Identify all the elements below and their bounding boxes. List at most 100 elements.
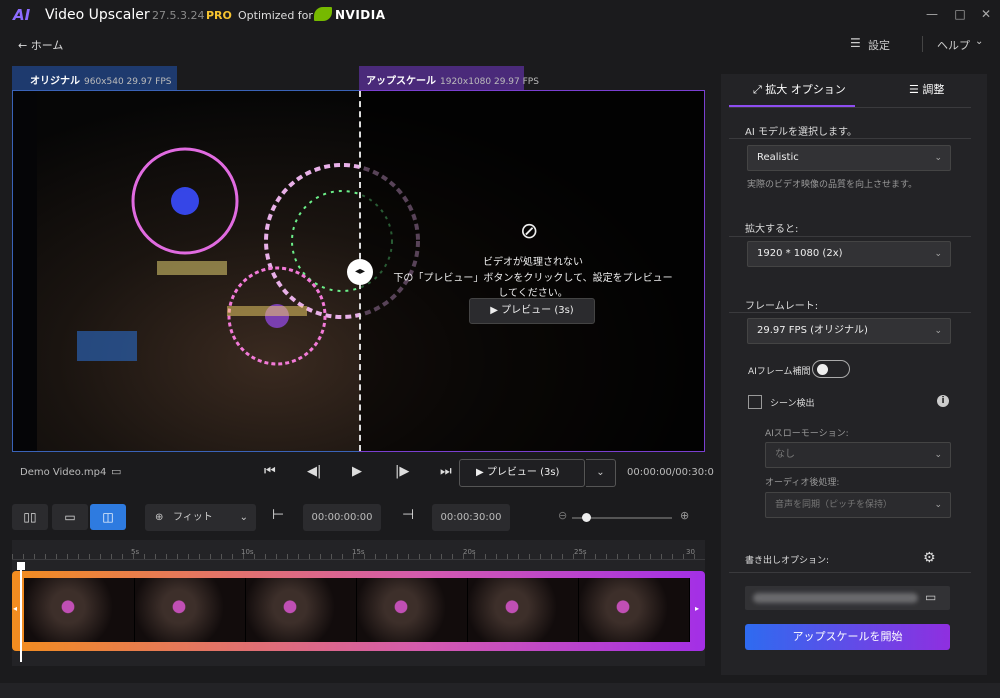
trim-right-handle[interactable]: ▸ bbox=[695, 604, 699, 613]
playhead[interactable] bbox=[20, 562, 22, 662]
upscale-info: 1920x1080 29.97 FPS bbox=[440, 77, 539, 87]
nav-bar: ← ホーム ☰ 設定 ヘルプ ⌄ bbox=[0, 32, 1000, 56]
nvidia-logo-text: NVIDIA bbox=[335, 8, 386, 22]
zoom-out-icon[interactable]: ⊖ bbox=[558, 509, 567, 522]
thumbnail bbox=[468, 578, 579, 642]
folder-icon[interactable]: ▭ bbox=[925, 590, 936, 604]
zoom-select[interactable]: ⊕ フィット ⌄ bbox=[145, 504, 256, 531]
blurred-path bbox=[753, 593, 918, 603]
close-icon[interactable]: ✕ bbox=[976, 4, 996, 24]
app-name: Video Upscaler bbox=[45, 7, 150, 23]
export-label: 書き出しオプション: bbox=[745, 556, 830, 566]
settings-panel: ⤢ 拡大 オプション ☰ 調整 AI モデルを選択します。 Realistic ⌄… bbox=[721, 74, 987, 675]
thumbnail bbox=[246, 578, 357, 642]
zoom-in-icon: ⊕ bbox=[155, 512, 164, 523]
chevron-down-icon: ⌄ bbox=[934, 500, 942, 510]
tick-label: 10s bbox=[241, 548, 254, 556]
clip-strip[interactable]: ◂ ▸ bbox=[12, 571, 705, 651]
preview-dropdown[interactable]: ⌄ bbox=[586, 459, 616, 487]
thumbnails bbox=[24, 578, 690, 642]
frame-forward-icon[interactable]: |▶ bbox=[395, 464, 409, 479]
scale-label: 拡大すると: bbox=[745, 224, 799, 235]
playback-controls: Demo Video.mp4 ▭ ⏮ ◀| ▶ |▶ ⏭ ▶ プレビュー (3s… bbox=[12, 456, 714, 490]
active-tab-indicator bbox=[729, 105, 855, 107]
thumbnail bbox=[135, 578, 246, 642]
section-divider bbox=[729, 312, 971, 313]
slowmo-select[interactable]: なし ⌄ bbox=[765, 442, 951, 468]
tick-label: 20s bbox=[463, 548, 476, 556]
slowmo-value: なし bbox=[775, 449, 795, 460]
interpolation-label: AIフレーム補間 bbox=[748, 367, 811, 377]
chevron-down-icon: ⌄ bbox=[934, 326, 942, 336]
interpolation-toggle[interactable] bbox=[812, 360, 850, 378]
set-start-icon[interactable]: ⊢ bbox=[272, 507, 284, 523]
thumbnail bbox=[24, 578, 135, 642]
fps-value: 29.97 FPS (オリジナル) bbox=[757, 325, 868, 336]
time-display: 00:00:00/00:30:0 bbox=[627, 467, 714, 478]
skip-end-icon[interactable]: ⏭ bbox=[440, 464, 452, 479]
thumbnail bbox=[579, 578, 690, 642]
tick-label: 25s bbox=[574, 548, 587, 556]
start-time-input[interactable]: 00:00:00:00 bbox=[303, 504, 381, 531]
audio-label: オーディオ後処理: bbox=[765, 478, 840, 488]
chevron-down-icon: ⌄ bbox=[934, 450, 942, 460]
settings-sliders-icon[interactable]: ☰ bbox=[850, 36, 861, 50]
end-time-input[interactable]: 00:00:30:00 bbox=[432, 504, 510, 531]
chevron-down-icon[interactable]: ⌄ bbox=[975, 36, 983, 47]
optimized-label: Optimized for bbox=[238, 9, 313, 22]
gear-icon[interactable]: ⚙ bbox=[923, 550, 936, 566]
output-path-field[interactable]: ▭ bbox=[745, 586, 950, 610]
model-select[interactable]: Realistic ⌄ bbox=[747, 145, 951, 171]
thumbnail bbox=[357, 578, 468, 642]
single-view-button[interactable]: ▭ bbox=[52, 504, 88, 530]
upscale-tab-label: アップスケール bbox=[366, 76, 436, 87]
trim-left-handle[interactable]: ◂ bbox=[13, 604, 17, 613]
scene-detect-checkbox[interactable] bbox=[748, 395, 762, 409]
file-name: Demo Video.mp4 bbox=[20, 467, 107, 478]
chevron-down-icon: ⌄ bbox=[239, 512, 248, 523]
minimize-icon[interactable]: — bbox=[922, 4, 942, 24]
fps-label: フレームレート: bbox=[745, 301, 819, 312]
tick-label: 30 bbox=[686, 548, 695, 556]
folder-icon[interactable]: ▭ bbox=[111, 465, 121, 478]
help-menu[interactable]: ヘルプ bbox=[937, 37, 970, 53]
info-icon[interactable]: i bbox=[937, 395, 949, 407]
adjust-icon: ☰ bbox=[909, 83, 919, 96]
tab-expand-options[interactable]: ⤢ 拡大 オプション bbox=[753, 74, 846, 106]
scale-select[interactable]: 1920 * 1080 (2x) ⌄ bbox=[747, 241, 951, 267]
maximize-icon[interactable]: □ bbox=[950, 4, 970, 24]
tab-divider bbox=[729, 107, 971, 108]
audio-select[interactable]: 音声を同期（ピッチを保持） ⌄ bbox=[765, 492, 951, 518]
side-by-side-view-button[interactable]: ▯▯ bbox=[12, 504, 48, 530]
play-icon[interactable]: ▶ bbox=[352, 464, 362, 479]
tab-adjust[interactable]: ☰ 調整 bbox=[909, 74, 944, 106]
model-value: Realistic bbox=[757, 152, 799, 163]
status-bar bbox=[0, 683, 1000, 698]
skip-start-icon[interactable]: ⏮ bbox=[264, 464, 276, 479]
audio-value: 音声を同期（ピッチを保持） bbox=[775, 500, 893, 510]
zoom-in-icon[interactable]: ⊕ bbox=[680, 509, 689, 522]
toggle-knob bbox=[817, 364, 828, 375]
upscale-frame-border bbox=[359, 90, 705, 452]
app-version: 27.5.3.24 bbox=[152, 9, 205, 22]
fps-select[interactable]: 29.97 FPS (オリジナル) ⌄ bbox=[747, 318, 951, 344]
original-info: 960x540 29.97 FPS bbox=[84, 77, 172, 87]
title-bar: AI Video Upscaler 27.5.3.24 PRO Optimize… bbox=[0, 0, 1000, 30]
timeline-zoom-knob[interactable] bbox=[582, 513, 591, 522]
set-end-icon[interactable]: ⊣ bbox=[402, 507, 414, 523]
section-divider bbox=[729, 236, 971, 237]
original-tab: オリジナル 960x540 29.97 FPS bbox=[12, 66, 177, 90]
timeline[interactable]: 5s 10s 15s 20s 25s 30 ◂ ▸ bbox=[12, 540, 705, 666]
frame-back-icon[interactable]: ◀| bbox=[307, 464, 321, 479]
scale-value: 1920 * 1080 (2x) bbox=[757, 248, 843, 259]
preview-button[interactable]: ▶ プレビュー (3s) bbox=[459, 459, 585, 487]
settings-link[interactable]: 設定 bbox=[868, 37, 890, 53]
start-upscale-button[interactable]: アップスケールを開始 bbox=[745, 624, 950, 650]
preview-button-label: プレビュー (3s) bbox=[486, 467, 560, 478]
slowmo-label: AIスローモーション: bbox=[765, 429, 849, 439]
nav-divider bbox=[922, 36, 923, 52]
app-logo-icon: AI bbox=[13, 6, 31, 24]
pro-badge: PRO bbox=[206, 9, 232, 22]
home-link[interactable]: ← ホーム bbox=[18, 37, 63, 53]
split-view-button[interactable]: ◫ bbox=[90, 504, 126, 530]
